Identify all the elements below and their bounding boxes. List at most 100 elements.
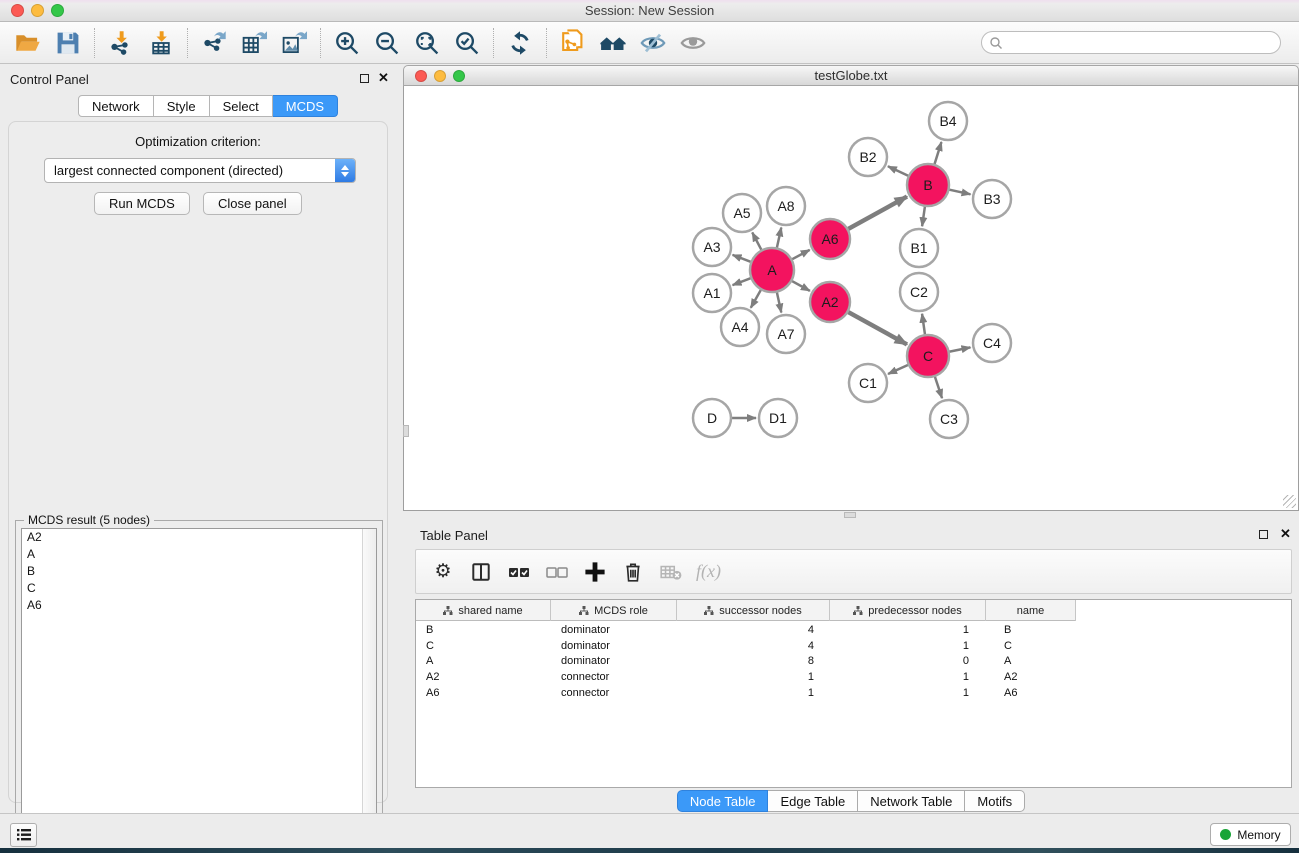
table-cell[interactable]: 1 [963,624,969,636]
graph-edge[interactable] [934,142,942,167]
column-header-mcds-role[interactable]: MCDS role [551,600,677,621]
graph-edge[interactable] [751,287,762,307]
show-all-icon[interactable] [679,29,707,57]
table-cell[interactable]: 0 [963,655,969,667]
add-icon[interactable] [580,557,610,587]
export-table-icon[interactable] [240,29,268,57]
settings-gear-icon[interactable]: ⚙ [428,557,458,587]
table-row[interactable]: A6 connector 1 1 A6 [416,686,1291,702]
bottom-resize-handle[interactable] [844,512,856,518]
node-table[interactable]: shared name MCDS role successor nodes pr… [415,599,1292,788]
mcds-result-item[interactable]: A [22,546,376,563]
graph-edge[interactable] [790,280,810,291]
first-neighbors-icon[interactable] [599,29,627,57]
table-cell[interactable]: dominator [561,640,610,652]
import-table-icon[interactable] [147,29,175,57]
zoom-selected-icon[interactable] [453,29,481,57]
open-file-icon[interactable] [14,29,42,57]
table-cell[interactable]: 8 [808,655,814,667]
import-network-icon[interactable] [107,29,135,57]
table-cell[interactable]: 4 [808,640,814,652]
table-cell[interactable]: connector [561,671,609,683]
graph-edge[interactable] [733,255,754,263]
export-image-icon[interactable] [280,29,308,57]
column-header-successor-nodes[interactable]: successor nodes [677,600,830,621]
column-header-predecessor-nodes[interactable]: predecessor nodes [830,600,986,621]
table-cell[interactable]: C [426,640,434,652]
memory-button[interactable]: Memory [1210,823,1291,846]
graph-edge[interactable] [790,250,810,261]
tab-mcds[interactable]: MCDS [273,95,338,117]
graph-edge[interactable] [934,374,942,398]
delete-icon[interactable] [618,557,648,587]
save-session-icon[interactable] [54,29,82,57]
hide-selected-icon[interactable] [639,29,667,57]
table-cell[interactable]: A [1004,655,1011,667]
close-network-button[interactable] [415,70,427,82]
run-mcds-button[interactable]: Run MCDS [94,192,190,215]
zoom-in-icon[interactable] [333,29,361,57]
table-cell[interactable]: 1 [963,640,969,652]
graph-edge[interactable] [776,227,781,250]
minimize-network-button[interactable] [434,70,446,82]
mcds-result-item[interactable]: A6 [22,597,376,614]
select-all-icon[interactable] [504,557,534,587]
network-canvas[interactable]: B4B2BB3A8A5A6A3B1AA1C2A2A4A7C4CC1C3DD1 [403,86,1299,511]
table-row[interactable]: Adominator 8 0 A [416,654,1291,670]
tab-network[interactable]: Network [78,95,154,117]
table-row[interactable]: Cdominator 4 1 C [416,639,1291,655]
network-window-controls[interactable] [415,70,465,82]
table-cell[interactable]: B [426,624,433,636]
column-header-name[interactable]: name [986,600,1076,621]
network-window-titlebar[interactable]: testGlobe.txt [403,65,1299,86]
table-cell[interactable]: A2 [426,671,439,683]
table-cell[interactable]: connector [561,687,609,699]
tab-style[interactable]: Style [154,95,210,117]
float-panel-icon[interactable] [360,74,369,83]
tab-network-table[interactable]: Network Table [858,790,965,812]
search-field[interactable] [981,31,1281,54]
function-builder-icon[interactable]: f(x) [696,561,721,582]
tab-edge-table[interactable]: Edge Table [768,790,858,812]
graph-edge[interactable] [922,204,925,226]
column-header-shared-name[interactable]: shared name [416,600,551,621]
close-panel-icon[interactable]: ✕ [378,70,389,86]
mcds-result-item[interactable]: A2 [22,529,376,546]
mcds-result-list[interactable]: A2ABCA6 [21,528,377,852]
table-cell[interactable]: 1 [963,687,969,699]
left-resize-handle[interactable] [403,425,409,437]
tab-select[interactable]: Select [210,95,273,117]
tab-node-table[interactable]: Node Table [677,790,769,812]
table-cell[interactable]: 1 [808,671,814,683]
refresh-icon[interactable] [506,29,534,57]
close-panel-icon[interactable]: ✕ [1280,526,1291,542]
minimize-window-button[interactable] [31,4,44,17]
graph-edge[interactable] [922,314,925,337]
table-cell[interactable]: A2 [1004,671,1017,683]
table-cell[interactable]: A6 [1004,687,1017,699]
optimization-criterion-select[interactable]: largest connected component (directed) [44,158,356,183]
zoom-fit-icon[interactable] [413,29,441,57]
network-graph[interactable]: B4B2BB3A8A5A6A3B1AA1C2A2A4A7C4CC1C3DD1 [405,87,1299,510]
zoom-out-icon[interactable] [373,29,401,57]
tab-motifs[interactable]: Motifs [965,790,1025,812]
float-panel-icon[interactable] [1259,530,1268,539]
close-panel-button[interactable]: Close panel [203,192,302,215]
table-row[interactable]: Bdominator 4 1 B [416,623,1291,639]
table-row[interactable]: A2connector11A2 [416,670,1291,686]
graph-edge[interactable] [947,347,971,352]
table-cell[interactable]: 4 [808,624,814,636]
zoom-window-button[interactable] [51,4,64,17]
graph-edge[interactable] [846,311,907,345]
table-cell[interactable]: B [1004,624,1011,636]
window-controls[interactable] [11,4,64,17]
table-cell[interactable]: A6 [426,687,439,699]
table-cell[interactable]: dominator [561,624,610,636]
table-cell[interactable]: C [1004,640,1012,652]
table-cell[interactable]: A [426,655,433,667]
table-cell[interactable]: dominator [561,655,610,667]
mcds-result-item[interactable]: C [22,580,376,597]
close-window-button[interactable] [11,4,24,17]
deselect-all-icon[interactable] [542,557,572,587]
table-cell[interactable]: 1 [808,687,814,699]
